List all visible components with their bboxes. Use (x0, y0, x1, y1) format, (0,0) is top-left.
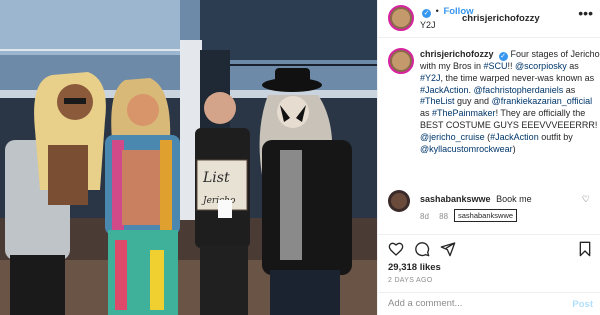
more-options-icon[interactable]: ••• (578, 5, 593, 21)
comment-input[interactable] (388, 298, 558, 309)
caption-fragment: !! (507, 61, 516, 71)
action-bar (378, 234, 600, 262)
author-subtitle: Y2J (420, 20, 436, 30)
author-avatar[interactable] (388, 5, 414, 31)
author-username[interactable]: chrisjerichofozzy (462, 13, 540, 24)
comment-text: sashabankswwe Book me (420, 194, 532, 204)
caption-body: Four stages of Jericho with my Bros in #… (420, 49, 600, 154)
caption-fragment: , the time warped never-was known as (440, 72, 595, 83)
hashtag-link[interactable]: #JackAction (490, 132, 539, 142)
comment-body: Book me (496, 194, 532, 204)
caption-fragment: ) (512, 143, 516, 154)
caption-fragment: as (566, 61, 579, 71)
likes-count[interactable]: 29,318 likes (388, 262, 441, 273)
username-tooltip: sashabankswwe (454, 209, 518, 222)
post-image: List Jericho (0, 0, 377, 315)
mention-link[interactable]: @frankiekazarian_official (492, 96, 593, 106)
commenter-username[interactable]: sashabankswwe (420, 194, 491, 204)
caption-fragment: as (420, 108, 433, 119)
mention-link[interactable]: @fachristopherdaniels (474, 85, 564, 95)
mention-link[interactable]: @scorpiosky (515, 61, 567, 71)
post-sidebar: chrisjerichofozzy ✓ • Follow Y2J ••• chri… (377, 0, 600, 315)
mention-link[interactable]: @kyllacustomrockwear (420, 144, 513, 154)
comment-likes[interactable]: 88 (439, 212, 448, 221)
mention-link[interactable]: @jericho_cruise (420, 132, 485, 142)
caption-fragment: as (563, 84, 576, 95)
hashtag-link[interactable]: #Y2J (420, 73, 441, 83)
hashtag-link[interactable]: #TheList (420, 96, 455, 106)
hashtag-link[interactable]: #SCU (484, 61, 508, 71)
comment-icon[interactable] (414, 241, 430, 257)
add-comment-bar: Post (378, 292, 600, 315)
comment-like-icon[interactable]: ♡ (582, 194, 590, 205)
hashtag-link[interactable]: #ThePainmaker (432, 108, 496, 118)
caption-fragment: guy and (454, 96, 492, 107)
caption-text: chrisjerichofozzy ✓ Four stages of Jericho… (420, 49, 600, 155)
caption-avatar[interactable] (388, 48, 414, 74)
comment-time: 8d (420, 212, 429, 221)
author-row: chrisjerichofozzy ✓ • Follow (420, 6, 540, 24)
like-heart-icon[interactable] (388, 241, 404, 257)
sign-text-1: List (202, 170, 230, 186)
verified-icon: ✓ (422, 9, 431, 18)
post-date[interactable]: 2 DAYS AGO (388, 277, 433, 284)
post-comment-button[interactable]: Post (572, 299, 593, 310)
caption-verified-icon: ✓ (498, 52, 508, 61)
comment-meta: 8d 88 (420, 212, 448, 221)
hashtag-link[interactable]: #JackAction (420, 85, 469, 95)
separator-dot: • (435, 6, 439, 16)
save-bookmark-icon[interactable] (577, 241, 593, 257)
post-photo[interactable]: List Jericho (0, 0, 377, 315)
post-header: chrisjerichofozzy ✓ • Follow Y2J ••• (378, 0, 600, 38)
share-icon[interactable] (440, 241, 456, 257)
caption-username[interactable]: chrisjerichofozzy (420, 49, 494, 59)
caption-fragment: outfit by (538, 131, 573, 142)
commenter-avatar[interactable] (388, 190, 410, 212)
